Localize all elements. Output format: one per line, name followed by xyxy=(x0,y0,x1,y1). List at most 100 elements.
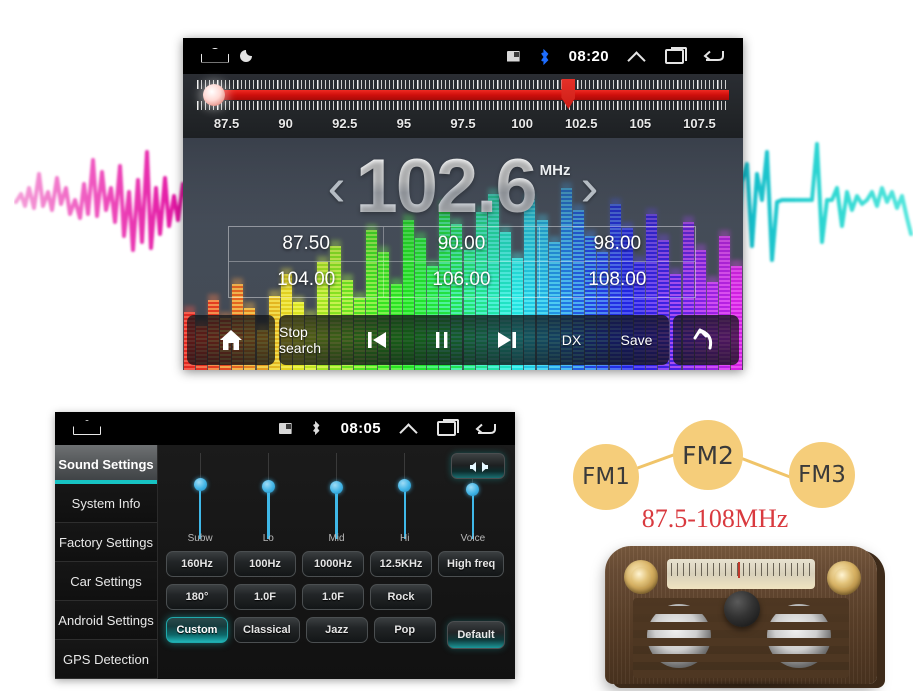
slider-label: Lo xyxy=(262,533,274,544)
preset-station-5[interactable]: 106.00 xyxy=(384,262,540,297)
eq-slider-subw[interactable]: Subw xyxy=(166,453,234,544)
sidebar-item-android-settings[interactable]: Android Settings xyxy=(55,601,157,640)
home-outline-icon[interactable] xyxy=(201,50,227,63)
dial-ticks xyxy=(671,563,811,576)
sidebar-item-label: System Info xyxy=(71,495,141,511)
preset-station-1[interactable]: 87.50 xyxy=(229,227,385,262)
sidebar-item-label: Sound Settings xyxy=(58,456,154,472)
eq-preset-custom[interactable]: Custom xyxy=(166,617,228,643)
parameter-button-row: 180° 1.0F 1.0F Rock xyxy=(166,584,507,610)
car-radio-screen: 08:20 87.5 90 92.5 95 97.5 100 102.5 105 107.5 ‹… xyxy=(183,38,743,370)
settings-status-bar: 08:05 xyxy=(55,412,515,445)
preset-station-4[interactable]: 104.00 xyxy=(229,262,385,297)
tuner-scale-label: 107.5 xyxy=(683,115,716,131)
bluetooth-icon xyxy=(539,48,550,65)
chevron-up-icon[interactable] xyxy=(400,423,418,434)
fm2-node: FM2 xyxy=(673,420,743,490)
slider-knob[interactable] xyxy=(193,478,207,492)
eq-slider-hi[interactable]: Hi xyxy=(371,453,439,544)
param-button-rock[interactable]: Rock xyxy=(370,584,432,610)
preset-station-3[interactable]: 98.00 xyxy=(539,227,695,262)
slider-knob[interactable] xyxy=(261,479,275,493)
dx-button[interactable]: DX xyxy=(539,315,604,365)
balance-fader-button[interactable] xyxy=(451,453,505,479)
home-filled-icon xyxy=(218,328,244,352)
radio-toolbar: Stop search DX Save xyxy=(183,312,743,370)
slider-label: Voice xyxy=(460,533,486,544)
slider-knob[interactable] xyxy=(466,483,480,497)
default-button[interactable]: Default xyxy=(447,621,505,649)
recents-icon[interactable] xyxy=(665,46,687,64)
sound-settings-panel: Subw Lo Mid Hi Voice 160Hz 100Hz 1000Hz 12.5KHz… xyxy=(158,445,515,679)
frequency-button-row: 160Hz 100Hz 1000Hz 12.5KHz High freq xyxy=(166,551,507,577)
tuner-scale-label: 90 xyxy=(278,115,293,131)
radio-shadow xyxy=(617,680,875,690)
sidebar-item-car-settings[interactable]: Car Settings xyxy=(55,562,157,601)
sidebar-item-sound-settings[interactable]: Sound Settings xyxy=(55,445,157,484)
fm-band-graphic: FM1 FM2 FM3 87.5-108MHz xyxy=(560,412,910,537)
eq-slider-mid[interactable]: Mid xyxy=(302,453,370,544)
back-button[interactable] xyxy=(673,315,739,365)
prev-station-chevron[interactable]: ‹ xyxy=(328,160,346,214)
eq-slider-lo[interactable]: Lo xyxy=(234,453,302,544)
status-clock: 08:05 xyxy=(340,420,381,437)
skip-next-button[interactable] xyxy=(474,315,539,365)
sidebar-item-gps-detection[interactable]: GPS Detection xyxy=(55,640,157,679)
freq-button-high-freq[interactable]: High freq xyxy=(438,551,505,577)
chevron-up-icon[interactable] xyxy=(628,51,646,62)
param-button-1-0f[interactable]: 1.0F xyxy=(234,584,296,610)
stop-search-button[interactable]: Stop search xyxy=(279,315,344,365)
tuner-scale-labels: 87.5 90 92.5 95 97.5 100 102.5 105 107.5 xyxy=(197,112,729,134)
tuner-scale-label: 92.5 xyxy=(332,115,358,131)
frequency-tuner[interactable]: 87.5 90 92.5 95 97.5 100 102.5 105 107.5 xyxy=(183,74,743,138)
fm3-node: FM3 xyxy=(789,442,855,508)
back-arrow-icon[interactable] xyxy=(703,49,724,63)
eq-preset-jazz[interactable]: Jazz xyxy=(305,617,368,643)
current-frequency: 102.6 xyxy=(355,143,537,229)
frequency-unit: MHz xyxy=(539,162,571,179)
slider-fill xyxy=(471,489,475,539)
save-button[interactable]: Save xyxy=(604,315,669,365)
tuner-ruler[interactable] xyxy=(197,79,729,110)
left-gold-knob xyxy=(624,560,658,594)
settings-body: Sound Settings System Info Factory Setting… xyxy=(55,445,515,679)
next-station-chevron[interactable]: › xyxy=(581,160,599,214)
retro-wooden-radio xyxy=(595,540,895,690)
preset-station-2[interactable]: 90.00 xyxy=(384,227,540,262)
recents-icon[interactable] xyxy=(437,419,459,436)
preset-station-6[interactable]: 108.00 xyxy=(540,262,695,297)
tuner-scale-label: 87.5 xyxy=(213,115,240,131)
transport-panel: Stop search DX Save xyxy=(279,315,669,365)
param-button-180-[interactable]: 180° xyxy=(166,584,228,610)
circle-dot-icon[interactable] xyxy=(240,50,252,62)
slider-fill xyxy=(403,485,407,539)
freq-button-1000hz[interactable]: 1000Hz xyxy=(302,551,364,577)
pause-button[interactable] xyxy=(409,315,474,365)
cyan-waveform xyxy=(731,142,913,262)
freq-button-12-5khz[interactable]: 12.5KHz xyxy=(370,551,432,577)
frequency-display: ‹ 102.6 MHz › xyxy=(183,144,743,230)
slider-knob[interactable] xyxy=(330,480,343,494)
home-outline-icon[interactable] xyxy=(73,422,99,435)
eq-preset-pop[interactable]: Pop xyxy=(373,617,436,643)
slider-label: Hi xyxy=(399,533,410,544)
freq-button-160hz[interactable]: 160Hz xyxy=(166,551,228,577)
preset-station-grid: 87.50 90.00 98.00 104.00 106.00 108.00 xyxy=(228,226,696,298)
center-black-knob xyxy=(724,591,760,627)
home-button[interactable] xyxy=(187,315,275,365)
sidebar-item-factory-settings[interactable]: Factory Settings xyxy=(55,523,157,562)
back-arrow-icon[interactable] xyxy=(475,422,496,436)
eq-preset-classical[interactable]: Classical xyxy=(234,617,300,643)
slider-label: Subw xyxy=(187,533,213,544)
skip-next-icon xyxy=(497,332,516,348)
sd-card-icon xyxy=(506,50,520,62)
speaker-left-icon xyxy=(469,461,478,472)
sd-card-icon xyxy=(278,423,292,434)
slider-knob[interactable] xyxy=(398,479,412,493)
tuner-start-knob[interactable] xyxy=(203,84,225,106)
skip-previous-icon xyxy=(367,332,386,348)
param-button-1-0f[interactable]: 1.0F xyxy=(302,584,364,610)
freq-button-100hz[interactable]: 100Hz xyxy=(234,551,296,577)
sidebar-item-system-info[interactable]: System Info xyxy=(55,484,157,523)
skip-previous-button[interactable] xyxy=(344,315,409,365)
